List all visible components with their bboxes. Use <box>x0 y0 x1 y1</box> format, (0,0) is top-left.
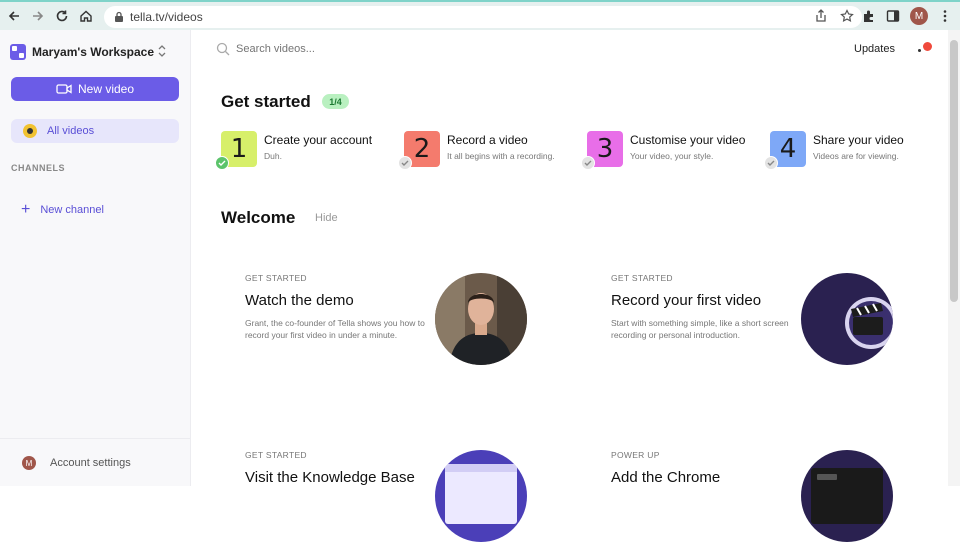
card-watch-demo[interactable]: GET STARTED Watch the demo Grant, the co… <box>245 273 535 383</box>
workspace-logo-icon <box>10 44 26 60</box>
search-bar <box>216 42 436 56</box>
step-subtitle: Duh. <box>264 151 282 161</box>
knowledge-base-illustration <box>435 450 527 542</box>
url-text: tella.tv/videos <box>130 10 203 24</box>
search-icon <box>216 42 230 56</box>
new-channel-button[interactable]: + New channel <box>21 202 104 218</box>
chevron-up-down-icon <box>158 45 166 57</box>
all-videos-label: All videos <box>47 125 95 137</box>
account-avatar: M <box>22 456 36 470</box>
chrome-extension-illustration <box>801 450 893 542</box>
step-title: Create your account <box>264 133 373 147</box>
get-started-heading: Get started <box>221 92 311 111</box>
share-icon[interactable] <box>814 9 828 23</box>
step-title: Share your video <box>813 133 904 147</box>
sidebar-item-all-videos[interactable]: All videos <box>11 119 179 143</box>
account-settings-label: Account settings <box>50 457 131 469</box>
lock-icon <box>115 11 123 22</box>
card-kicker: GET STARTED <box>245 450 307 460</box>
workspace-name: Maryam's Workspace <box>32 45 155 59</box>
step-title: Record a video <box>447 133 528 147</box>
notification-icon[interactable] <box>918 42 932 56</box>
all-videos-emoji-icon <box>23 124 37 138</box>
video-camera-icon <box>56 84 72 94</box>
sidebar: Maryam's Workspace New video All videos … <box>0 30 191 486</box>
card-kicker: GET STARTED <box>245 273 307 283</box>
reload-icon[interactable] <box>52 6 72 26</box>
check-icon <box>215 156 229 170</box>
scrollbar[interactable] <box>948 30 960 486</box>
founder-photo <box>435 273 527 365</box>
card-title: Visit the Knowledge Base <box>245 469 415 486</box>
profile-avatar[interactable]: M <box>910 7 928 25</box>
card-title: Watch the demo <box>245 292 354 309</box>
search-input[interactable] <box>236 43 436 55</box>
progress-badge: 1/4 <box>322 94 349 109</box>
step-title: Customise your video <box>630 133 746 147</box>
home-icon[interactable] <box>76 6 96 26</box>
browser-toolbar: tella.tv/videos M <box>0 0 960 30</box>
forward-icon[interactable] <box>28 6 48 26</box>
new-video-button[interactable]: New video <box>11 77 179 101</box>
clapperboard-illustration <box>801 273 893 365</box>
step-record-video[interactable]: 2 Record a video It all begins with a re… <box>398 130 584 170</box>
card-description: Grant, the co-founder of Tella shows you… <box>245 318 425 341</box>
workspace-switcher[interactable]: Maryam's Workspace <box>10 42 180 62</box>
card-title: Record your first video <box>611 292 762 309</box>
notification-small-dot <box>918 49 921 52</box>
card-chrome-extension[interactable]: POWER UP Add the Chrome <box>611 450 901 560</box>
welcome-heading: Welcome <box>221 208 296 227</box>
card-kicker: GET STARTED <box>611 273 673 283</box>
step-subtitle: Your video, your style. <box>630 151 714 161</box>
menu-dots-icon[interactable] <box>938 9 952 23</box>
plus-icon: + <box>21 201 31 218</box>
side-panel-icon[interactable] <box>886 9 900 23</box>
step-customise-video[interactable]: 3 Customise your video Your video, your … <box>581 130 767 170</box>
step-subtitle: It all begins with a recording. <box>447 151 555 161</box>
step-subtitle: Videos are for viewing. <box>813 151 899 161</box>
card-record-first-video[interactable]: GET STARTED Record your first video Star… <box>611 273 901 383</box>
check-icon <box>764 156 778 170</box>
updates-link[interactable]: Updates <box>854 43 895 55</box>
card-title: Add the Chrome <box>611 469 721 486</box>
channels-heading: CHANNELS <box>11 163 66 173</box>
step-share-video[interactable]: 4 Share your video Videos are for viewin… <box>764 130 950 170</box>
back-icon[interactable] <box>4 6 24 26</box>
extensions-icon[interactable] <box>862 9 876 23</box>
card-kicker: POWER UP <box>611 450 660 460</box>
check-icon <box>398 156 412 170</box>
sidebar-divider <box>0 438 191 439</box>
notification-dot <box>923 42 932 51</box>
bookmark-star-icon[interactable] <box>840 9 854 23</box>
new-video-label: New video <box>77 82 135 96</box>
account-settings-link[interactable]: M Account settings <box>22 456 131 470</box>
check-icon <box>581 156 595 170</box>
address-bar[interactable]: tella.tv/videos <box>104 6 862 28</box>
step-create-account[interactable]: 1 Create your account Duh. <box>215 130 401 170</box>
hide-welcome-link[interactable]: Hide <box>315 212 338 224</box>
card-knowledge-base[interactable]: GET STARTED Visit the Knowledge Base <box>245 450 535 560</box>
card-description: Start with something simple, like a shor… <box>611 318 789 341</box>
scrollbar-thumb[interactable] <box>950 40 958 302</box>
new-channel-label: New channel <box>40 204 104 216</box>
